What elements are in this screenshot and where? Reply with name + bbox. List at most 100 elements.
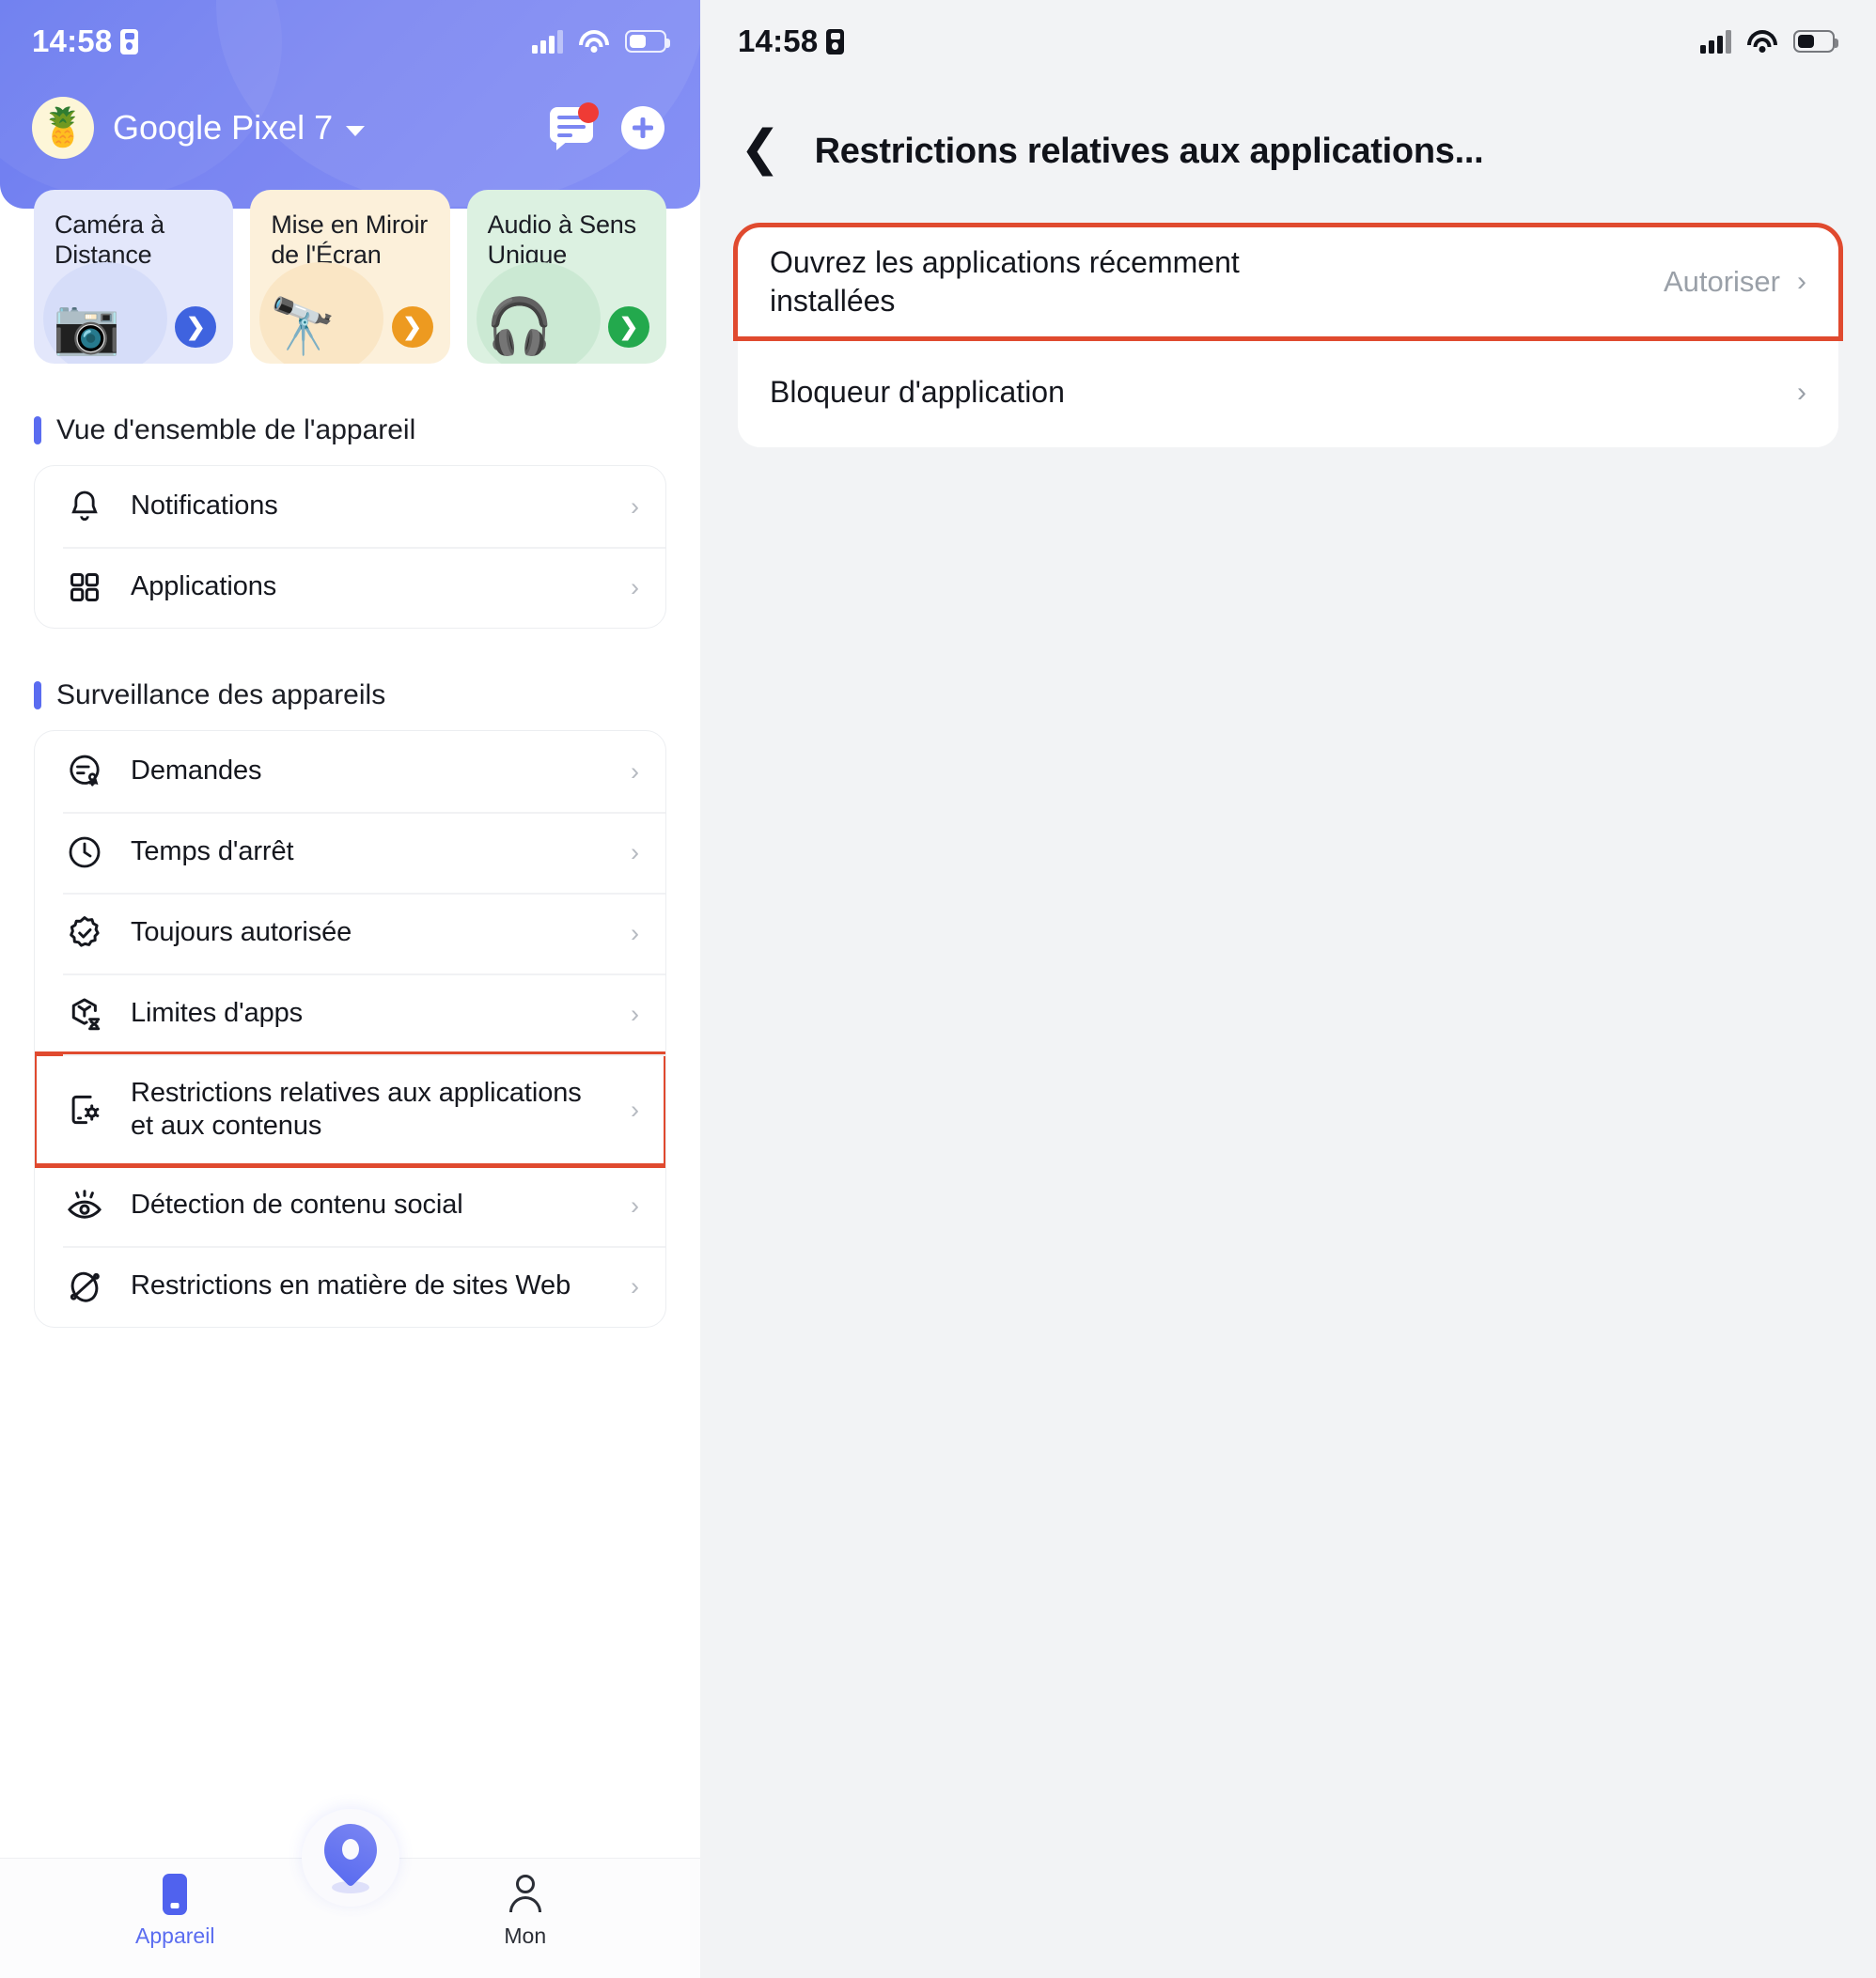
wifi-icon	[1747, 30, 1777, 53]
notification-badge-dot	[578, 102, 599, 123]
list-item-toujours-autorisee[interactable]: Toujours autorisée ›	[35, 893, 665, 973]
list-item-label: Limites d'apps	[131, 998, 304, 1029]
list-item-demandes[interactable]: Demandes ›	[35, 731, 665, 812]
dual-screenshot: 14:58 🍍 Google Pixel 7 Caméra à Distance…	[0, 0, 1876, 1978]
binoculars-icon: 🔭	[269, 296, 337, 357]
status-time: 14:58	[738, 23, 819, 58]
chevron-right-icon: ›	[631, 918, 639, 947]
feature-card-go-button[interactable]: ❯	[607, 306, 649, 348]
back-chevron-icon[interactable]: ❮	[740, 124, 781, 173]
list-item-label: Restrictions en matière de sites Web	[131, 1270, 571, 1301]
list-item-label: Demandes	[131, 755, 262, 787]
device-selector-row[interactable]: 🍍 Google Pixel 7	[0, 83, 700, 173]
list-item-label: Restrictions relatives aux applications …	[131, 1077, 582, 1141]
chevron-right-icon: ›	[631, 1095, 639, 1124]
chevron-right-icon: ›	[1797, 376, 1806, 408]
hourglass-limit-icon	[63, 992, 106, 1036]
eye-detect-icon	[63, 1184, 106, 1227]
tab-appareil[interactable]: Appareil	[0, 1874, 351, 1949]
device-settings-icon	[63, 1088, 106, 1131]
option-app-blocker[interactable]: Bloqueur d'application ›	[738, 337, 1838, 447]
chevron-right-icon: ›	[631, 1271, 639, 1300]
cellular-signal-icon	[1700, 29, 1731, 54]
hero-actions	[550, 102, 664, 150]
sim-card-icon	[826, 28, 845, 55]
battery-icon	[625, 30, 670, 53]
status-right	[1700, 29, 1838, 54]
caret-down-icon[interactable]	[346, 125, 366, 136]
clock-icon	[63, 831, 106, 874]
battery-icon	[1793, 30, 1838, 53]
feature-card-go-button[interactable]: ❯	[391, 306, 433, 348]
location-fab-button[interactable]	[301, 1809, 399, 1907]
list-item-notifications[interactable]: Notifications ›	[35, 466, 665, 547]
chevron-right-icon: ›	[631, 837, 639, 866]
restrictions-options-card: Ouvrez les applications récemment instal…	[733, 223, 1843, 447]
chevron-right-icon: ›	[631, 572, 639, 601]
bell-icon	[63, 485, 106, 528]
list-item-label: Détection de contenu social	[131, 1190, 463, 1221]
badge-check-icon	[63, 911, 106, 955]
location-pin-icon	[312, 1813, 388, 1893]
list-item-label: Notifications	[131, 491, 278, 522]
list-item-limites-dapps[interactable]: Limites d'apps ›	[35, 973, 665, 1054]
right-page-header: ❮ Restrictions relatives aux application…	[700, 83, 1876, 195]
list-item-temps-darret[interactable]: Temps d'arrêt ›	[35, 812, 665, 893]
left-phone-screen: 14:58 🍍 Google Pixel 7 Caméra à Distance…	[0, 0, 700, 1978]
list-item-restrictions-sites-web[interactable]: Restrictions en matière de sites Web ›	[35, 1246, 665, 1327]
person-icon	[508, 1874, 541, 1915]
list-item-detection-contenu-social[interactable]: Détection de contenu social ›	[35, 1165, 665, 1246]
option-value: Autoriser	[1663, 265, 1780, 298]
list-item-label: Temps d'arrêt	[131, 836, 294, 867]
plus-icon[interactable]	[621, 106, 664, 149]
grid-apps-icon	[63, 566, 106, 609]
feature-card-title: Mise en Miroir de l'Écran	[271, 210, 429, 269]
phone-icon	[163, 1874, 188, 1915]
feature-card-row: Caméra à Distance 📷 ❯ Mise en Miroir de …	[0, 173, 700, 364]
list-item-restrictions-applications-contenus[interactable]: Restrictions relatives aux applications …	[35, 1051, 665, 1168]
avatar: 🍍	[32, 97, 94, 159]
right-phone-screen: 14:58 ❮ Restrictions relatives aux appli…	[700, 0, 1876, 1978]
message-icon[interactable]	[550, 102, 599, 150]
feature-card-title: Caméra à Distance	[55, 210, 164, 269]
option-open-recently-installed-apps[interactable]: Ouvrez les applications récemment instal…	[733, 223, 1843, 341]
chevron-right-icon: ›	[1797, 266, 1806, 297]
request-message-icon	[63, 750, 106, 793]
status-left: 14:58	[738, 23, 845, 59]
camera-icon: 📷	[53, 296, 121, 357]
list-item-label: Toujours autorisée	[131, 917, 352, 948]
list-item-applications[interactable]: Applications ›	[35, 547, 665, 628]
right-status-bar: 14:58	[700, 0, 1876, 83]
tab-label: Appareil	[135, 1923, 215, 1948]
section-accent-bar	[34, 416, 41, 444]
feature-card-screen-mirror[interactable]: Mise en Miroir de l'Écran 🔭 ❯	[250, 190, 450, 364]
feature-card-title: Audio à Sens Unique	[487, 210, 636, 269]
left-status-bar: 14:58	[0, 0, 700, 83]
chevron-right-icon: ›	[631, 756, 639, 786]
tab-label: Mon	[504, 1923, 547, 1948]
list-item-label: Applications	[131, 571, 277, 602]
page-title: Restrictions relatives aux applications.…	[814, 131, 1484, 171]
chevron-right-icon: ›	[631, 1191, 639, 1220]
status-left: 14:58	[32, 23, 139, 59]
feature-card-remote-camera[interactable]: Caméra à Distance 📷 ❯	[34, 190, 234, 364]
cellular-signal-icon	[532, 29, 563, 54]
device-monitoring-list: Demandes › Temps d'arrêt › Toujours auto…	[34, 730, 666, 1328]
section-title: Vue d'ensemble de l'appareil	[56, 414, 416, 445]
device-name-label: Google Pixel 7	[113, 108, 334, 147]
section-title: Surveillance des appareils	[56, 679, 386, 710]
device-overview-list: Notifications › Applications ›	[34, 465, 666, 629]
wifi-icon	[579, 30, 609, 53]
tab-mon[interactable]: Mon	[351, 1874, 701, 1949]
headphones-icon: 🎧	[485, 296, 554, 357]
feature-card-go-button[interactable]: ❯	[175, 306, 217, 348]
section-header-device-overview: Vue d'ensemble de l'appareil	[34, 414, 700, 446]
sim-card-icon	[120, 28, 139, 55]
status-time: 14:58	[32, 23, 113, 58]
globe-blocked-icon	[63, 1265, 106, 1308]
chevron-right-icon: ›	[631, 999, 639, 1028]
section-accent-bar	[34, 681, 41, 709]
option-label: Ouvrez les applications récemment instal…	[770, 245, 1240, 318]
chevron-right-icon: ›	[631, 491, 639, 521]
feature-card-one-way-audio[interactable]: Audio à Sens Unique 🎧 ❯	[466, 190, 666, 364]
